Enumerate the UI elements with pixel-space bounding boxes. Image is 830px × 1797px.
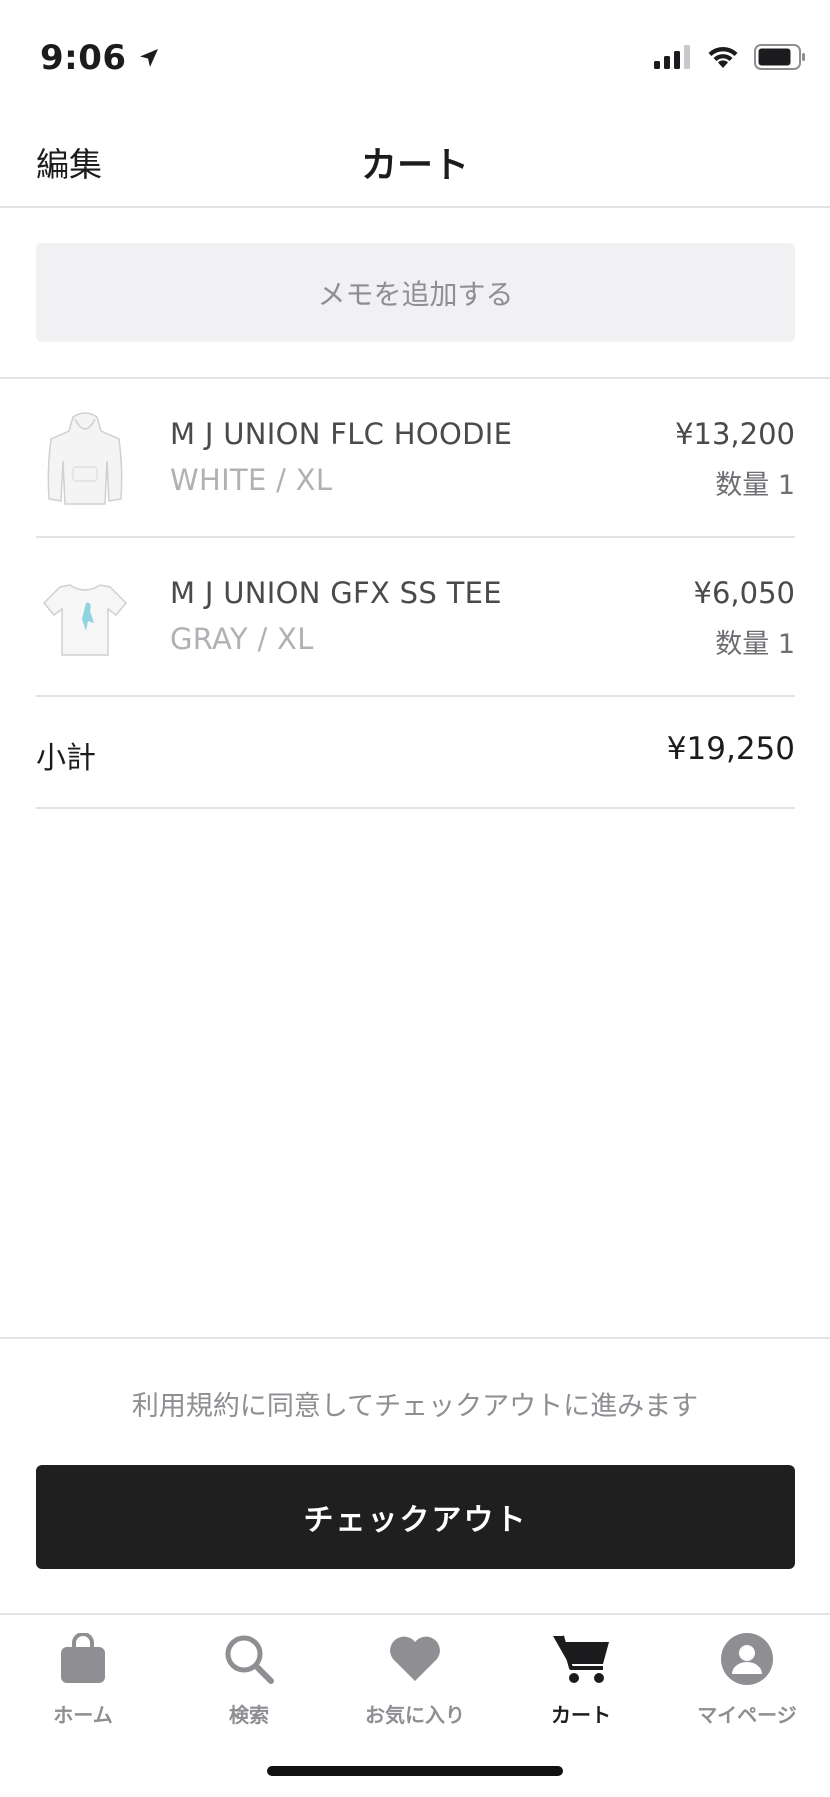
battery-icon [754, 44, 805, 70]
status-bar: 9:06 [0, 0, 830, 110]
item-name: M J UNION GFX SS TEE [170, 576, 502, 610]
item-name: M J UNION FLC HOODIE [170, 417, 513, 451]
tab-label: 検索 [229, 1703, 269, 1727]
cellular-signal-icon [654, 45, 690, 69]
item-quantity: 数量 1 [715, 470, 795, 501]
status-time: 9:06 [40, 38, 161, 78]
checkout-label: チェックアウト [303, 1503, 528, 1538]
search-icon [219, 1629, 279, 1689]
shopping-bag-icon [53, 1629, 113, 1689]
checkout-button[interactable]: チェックアウト [36, 1465, 795, 1569]
location-arrow-icon [139, 49, 158, 67]
tab-label: お気に入り [365, 1703, 465, 1727]
subtotal-value: ¥19,250 [666, 731, 795, 767]
tab-label: ホーム [53, 1703, 113, 1727]
item-variant: WHITE / XL [170, 463, 333, 497]
tab-favorites[interactable]: お気に入り [332, 1629, 498, 1739]
item-variant: GRAY / XL [170, 622, 314, 656]
tab-label: カート [551, 1703, 611, 1727]
tab-search[interactable]: 検索 [166, 1629, 332, 1739]
tab-home[interactable]: ホーム [0, 1629, 166, 1739]
product-image-hoodie [40, 399, 130, 519]
cart-item-hoodie[interactable]: M J UNION FLC HOODIE WHITE / XL ¥13,200 … [36, 379, 795, 538]
cart-item-tee[interactable]: M J UNION GFX SS TEE GRAY / XL ¥6,050 数量… [36, 538, 795, 697]
tab-mypage[interactable]: マイページ [664, 1629, 830, 1739]
nav-bar: 編集 カート [0, 110, 830, 208]
tab-cart[interactable]: カート [498, 1629, 664, 1739]
add-memo-button[interactable]: メモを追加する [36, 243, 795, 342]
tab-label: マイページ [697, 1703, 797, 1727]
product-image-tee [40, 558, 130, 678]
add-memo-label: メモを追加する [317, 277, 514, 311]
item-price: ¥13,200 [675, 417, 795, 451]
user-icon [717, 1629, 777, 1689]
status-time-text: 9:06 [40, 38, 127, 78]
cart-icon [551, 1629, 611, 1689]
item-price: ¥6,050 [693, 576, 795, 610]
wifi-icon [708, 46, 738, 68]
status-indicators [654, 44, 806, 70]
item-quantity: 数量 1 [715, 629, 795, 660]
subtotal-row: 小計 ¥19,250 [36, 697, 795, 809]
home-indicator [267, 1766, 563, 1776]
divider [0, 1337, 830, 1339]
terms-notice: 利用規約に同意してチェックアウトに進みます [131, 1391, 699, 1422]
heart-icon [385, 1629, 445, 1689]
subtotal-label: 小計 [36, 741, 96, 776]
page-title: カート [360, 145, 469, 186]
